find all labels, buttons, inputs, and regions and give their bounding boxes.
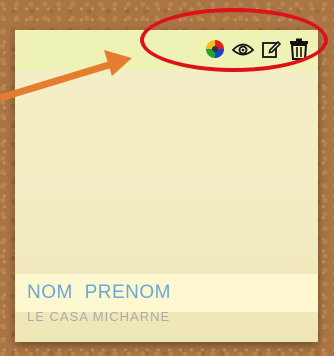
toolbar-highlight-oval <box>140 8 328 72</box>
note-footer: NOM PRENOM <box>15 274 318 312</box>
note-name-label: NOM PRENOM <box>27 282 171 303</box>
pointer-arrow <box>0 50 132 102</box>
